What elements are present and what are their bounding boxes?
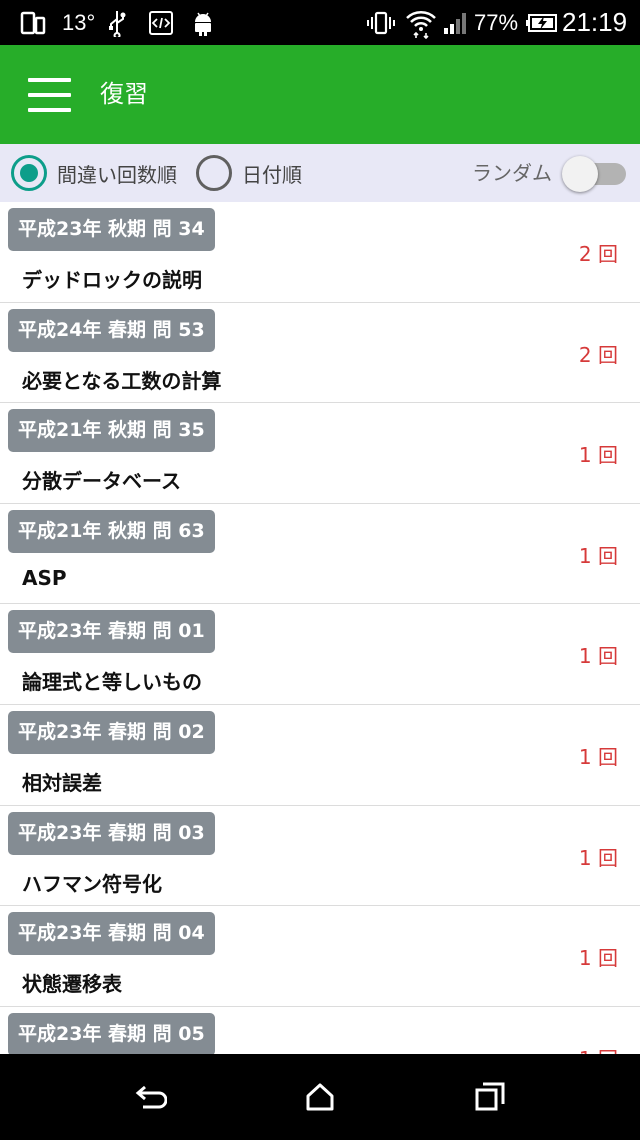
mistake-count: 1 回 [578, 744, 618, 769]
random-toggle[interactable] [562, 156, 628, 192]
list-item[interactable]: 平成23年 秋期 問 34 デッドロックの説明 2 回 [0, 202, 640, 303]
question-title: 論理式と等しいもの [22, 670, 202, 695]
sort-bar: 間違い回数順 日付順 ランダム [0, 144, 640, 202]
mistake-count: 2 回 [578, 342, 618, 367]
battery-percent-text: 77% [474, 9, 519, 35]
mistake-count: 1 回 [579, 1043, 618, 1054]
radio-checked-icon [11, 155, 47, 191]
question-source-tag: 平成23年 秋期 問 34 [8, 208, 215, 251]
list-item[interactable]: 平成21年 秋期 問 63 ASP 1 回 [0, 503, 640, 605]
list-item[interactable]: 平成23年 春期 問 03 ハフマン符号化 1 回 [0, 805, 640, 907]
mistake-count: 2 回 [578, 242, 618, 266]
toggle-thumb [562, 156, 598, 192]
question-source-tag: 平成23年 春期 問 05 [8, 1012, 215, 1054]
list-item[interactable]: 平成23年 春期 問 02 相対誤差 1 回 [0, 704, 640, 806]
random-label: ランダム [472, 161, 552, 185]
temperature-text: 13° [62, 9, 96, 35]
list-item[interactable]: 平成21年 秋期 問 35 分散データベース 1 回 [0, 403, 640, 504]
review-question-list[interactable]: 平成23年 秋期 問 34 デッドロックの説明 2 回平成24年 春期 問 53 必要… [0, 202, 640, 1054]
question-title: ハフマン符号化 [22, 871, 162, 896]
question-source-tag: 平成21年 秋期 問 63 [8, 509, 215, 553]
list-item[interactable]: 平成23年 春期 問 04 状態遷移表 1 回 [0, 906, 640, 1007]
clock-text: 21:19 [562, 7, 628, 37]
question-title: 必要となる工数の計算 [22, 368, 222, 393]
mistake-count: 1 回 [578, 543, 618, 568]
question-title: 状態遷移表 [22, 972, 122, 997]
android-icon [190, 0, 216, 45]
sort-by-date-radio[interactable]: 日付順 [196, 155, 302, 191]
question-source-tag: 平成23年 春期 問 03 [8, 811, 215, 855]
mistake-count: 1 回 [578, 845, 618, 870]
question-title: 相対誤差 [22, 770, 102, 795]
list-item[interactable]: 平成23年 春期 問 05 1 回 [0, 1006, 640, 1054]
question-source-tag: 平成23年 春期 問 02 [8, 710, 215, 754]
developer-icon [148, 0, 174, 45]
sort-by-mistakes-radio[interactable]: 間違い回数順 [11, 155, 177, 191]
signal-icon [442, 0, 470, 45]
status-bar: 13° 77% 21:19 [0, 0, 640, 45]
sort-by-mistakes-label: 間違い回数順 [57, 162, 177, 187]
screen-mirror-icon [20, 0, 46, 45]
list-item[interactable]: 平成24年 春期 問 53 必要となる工数の計算 2 回 [0, 302, 640, 404]
app-bar: 復習 [0, 45, 640, 144]
home-icon[interactable] [270, 1054, 370, 1140]
navigation-bar [0, 1054, 640, 1140]
battery-charging-icon [526, 0, 558, 45]
mistake-count: 1 回 [578, 946, 618, 971]
question-title: デッドロックの説明 [22, 268, 202, 292]
wifi-icon [404, 0, 438, 45]
recents-icon[interactable] [440, 1054, 540, 1140]
sort-by-date-label: 日付順 [242, 162, 302, 187]
mistake-count: 1 回 [578, 443, 618, 468]
mistake-count: 1 回 [578, 644, 618, 669]
vibrate-icon [366, 0, 396, 45]
usb-icon [106, 0, 128, 45]
list-item[interactable]: 平成23年 春期 問 01 論理式と等しいもの 1 回 [0, 604, 640, 705]
question-source-tag: 平成23年 春期 問 01 [8, 610, 215, 654]
back-icon[interactable] [100, 1054, 200, 1140]
question-source-tag: 平成23年 春期 問 04 [8, 912, 215, 956]
radio-unchecked-icon [196, 155, 232, 191]
question-title: 分散データベース [22, 469, 181, 494]
page-title: 復習 [100, 80, 148, 108]
question-source-tag: 平成24年 春期 問 53 [8, 308, 215, 352]
question-title: ASP [22, 565, 67, 590]
question-source-tag: 平成21年 秋期 問 35 [8, 409, 215, 453]
hamburger-menu-icon[interactable] [18, 67, 82, 123]
